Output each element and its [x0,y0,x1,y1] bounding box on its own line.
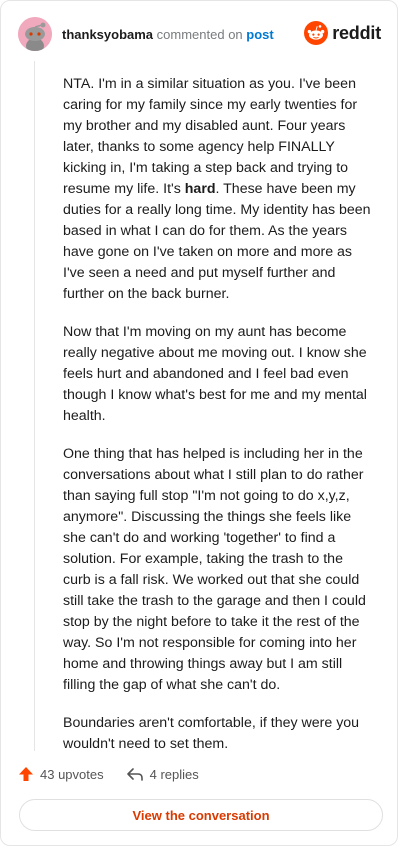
reply-arrow-icon [126,768,143,781]
comment-footer: 43 upvotes 4 replies [18,766,221,782]
comment-card: thanksyobama commented on post reddit NT… [0,0,398,846]
upvote-button[interactable]: 43 upvotes [18,766,104,782]
comment-paragraph-1: NTA. I'm in a similar situation as you. … [63,76,371,302]
upvote-arrow-icon [19,767,33,781]
comment-header: thanksyobama commented on post reddit [18,17,381,53]
view-conversation-button[interactable]: View the conversation [19,799,383,831]
comment-paragraph-4: Boundaries aren't comfortable, if they w… [63,715,360,752]
emphasis-hard: hard [184,181,216,197]
upvote-count: 43 upvotes [40,766,104,782]
snoo-avatar-icon[interactable] [18,17,52,51]
action-text: commented on [156,27,243,42]
reply-count: 4 replies [149,766,199,782]
reddit-logo[interactable]: reddit [304,21,381,45]
post-link[interactable]: post [246,27,273,42]
replies-button[interactable]: 4 replies [126,766,199,782]
comment-byline: thanksyobama commented on post [62,27,274,43]
comment-paragraph-2: Now that I'm moving on my aunt has becom… [63,324,367,424]
reddit-wordmark: reddit [332,22,381,43]
thread-line [34,61,35,751]
reddit-logo-icon [304,21,329,45]
comment-paragraph-3: One thing that has helped is including h… [63,446,366,693]
username[interactable]: thanksyobama [62,27,153,42]
comment-body: NTA. I'm in a similar situation as you. … [63,74,371,772]
